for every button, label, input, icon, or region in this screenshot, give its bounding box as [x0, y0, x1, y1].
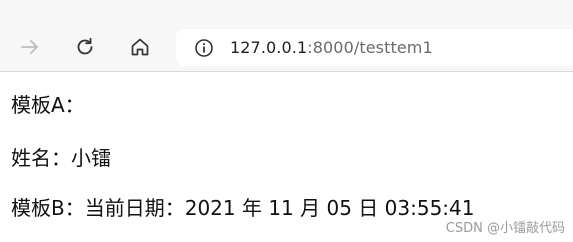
reload-button[interactable]: [65, 27, 105, 67]
address-bar[interactable]: 127.0.0.1:8000/testtem1: [176, 29, 573, 66]
forward-button[interactable]: [10, 27, 50, 67]
url-host: 127.0.0.1: [230, 38, 308, 57]
name-line: 姓名：小镭: [11, 146, 111, 170]
template-b-date-line: 模板B：当前日期：2021 年 11 月 05 日 03:55:41: [11, 196, 475, 220]
template-a-line: 模板A：: [11, 93, 85, 117]
browser-toolbar: 127.0.0.1:8000/testtem1: [0, 0, 573, 72]
arrow-right-icon: [19, 36, 41, 58]
site-info-icon[interactable]: [194, 38, 214, 58]
url-path: :8000/testtem1: [307, 38, 433, 57]
url-text[interactable]: 127.0.0.1:8000/testtem1: [230, 38, 433, 57]
reload-icon: [74, 36, 96, 58]
csdn-watermark: CSDN @小镭敲代码: [445, 221, 565, 236]
home-button[interactable]: [120, 27, 160, 67]
home-icon: [129, 36, 151, 58]
